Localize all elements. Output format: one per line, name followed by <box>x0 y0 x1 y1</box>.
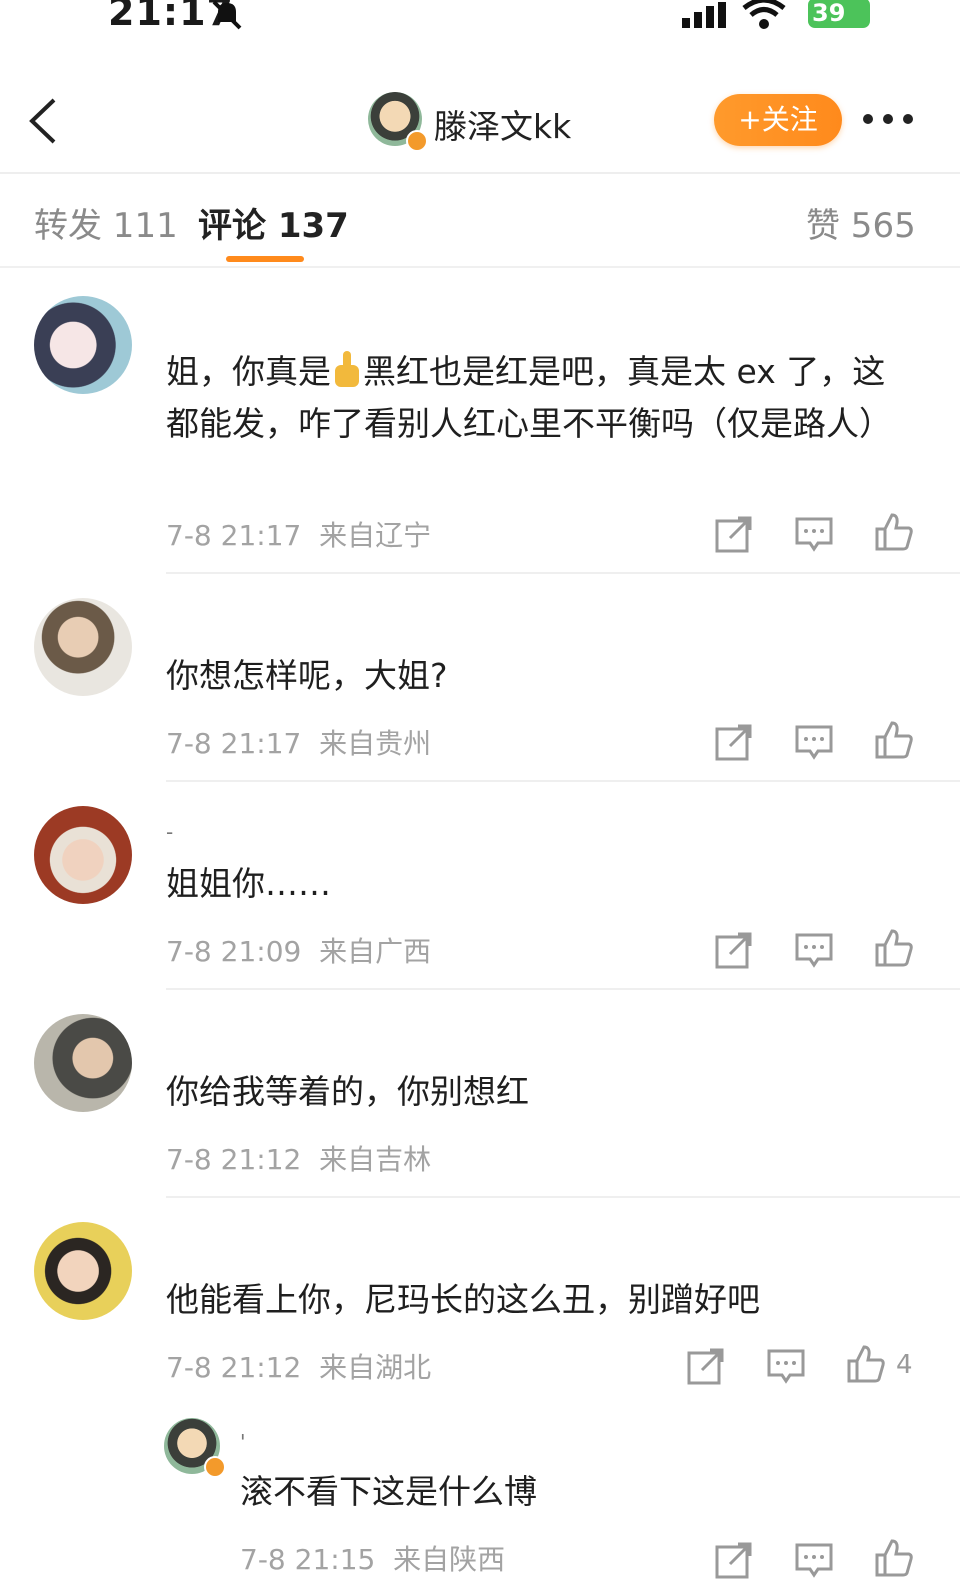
comment-time: 7-8 21:12 <box>166 1351 302 1384</box>
author-name[interactable]: 滕泽文kk <box>434 100 571 148</box>
active-tab-indicator <box>226 256 304 262</box>
comment-meta: 7-8 21:17 来自贵州 <box>166 722 431 762</box>
tab-reposts[interactable]: 转发 111 <box>34 198 178 247</box>
comment-location: 来自广西 <box>319 935 432 968</box>
like-count: 4 <box>896 1350 913 1380</box>
avatar[interactable] <box>34 1222 132 1320</box>
follow-button[interactable]: +关注 <box>714 94 842 146</box>
verified-badge-icon <box>406 130 428 152</box>
comment-meta: 7-8 21:15 来自陕西 <box>240 1538 505 1578</box>
comment-text: 姐姐你…… <box>166 864 331 903</box>
like-icon[interactable] <box>874 928 914 968</box>
comment-location: 来自陕西 <box>393 1543 506 1576</box>
share-icon[interactable] <box>714 1540 754 1580</box>
comment-time: 7-8 21:17 <box>166 727 302 760</box>
header-divider <box>0 172 960 174</box>
share-icon[interactable] <box>686 1346 726 1386</box>
comment-meta: 7-8 21:09 来自广西 <box>166 930 431 970</box>
verified-badge-icon <box>204 1456 226 1478</box>
like-icon[interactable] <box>874 720 914 760</box>
like-icon[interactable] <box>874 1538 914 1578</box>
comment-location: 来自湖北 <box>319 1351 432 1384</box>
share-icon[interactable] <box>714 722 754 762</box>
more-dots-icon[interactable] <box>860 110 916 128</box>
comment-location: 来自贵州 <box>319 727 432 760</box>
comment-username[interactable]: - <box>166 820 173 844</box>
reply-icon[interactable] <box>794 514 834 554</box>
comment-location: 来自辽宁 <box>319 519 432 552</box>
battery-indicator: 39 <box>808 0 870 28</box>
avatar[interactable] <box>34 1014 132 1112</box>
comment-time: 7-8 21:12 <box>166 1143 302 1176</box>
reply-icon[interactable] <box>766 1346 806 1386</box>
comment-username[interactable]: ' <box>240 1430 246 1454</box>
avatar[interactable] <box>34 296 132 394</box>
thumbs-up-emoji-icon <box>335 351 359 387</box>
comment-divider <box>166 780 960 782</box>
comment-meta: 7-8 21:12 来自吉林 <box>166 1138 431 1178</box>
comment-location: 来自吉林 <box>319 1143 432 1176</box>
tab-likes[interactable]: 赞 565 <box>806 198 916 247</box>
comment-time: 7-8 21:17 <box>166 519 302 552</box>
like-icon[interactable] <box>874 512 914 552</box>
comment-text: 姐，你真是 黑红也是红是吧，真是太 ex 了，这都能发，咋了看别人红心里不平衡吗（… <box>166 346 906 450</box>
share-icon[interactable] <box>714 930 754 970</box>
comment-divider <box>166 988 960 990</box>
like-icon[interactable] <box>846 1344 886 1384</box>
signal-icon <box>682 2 726 28</box>
tabs-divider <box>0 266 960 268</box>
bell-muted-icon <box>212 0 242 30</box>
avatar[interactable] <box>34 806 132 904</box>
comment-meta: 7-8 21:17 来自辽宁 <box>166 514 431 554</box>
comment-text: 他能看上你，尼玛长的这么丑，别蹭好吧 <box>166 1280 760 1319</box>
comment-divider <box>166 1196 960 1198</box>
comment-text: 你想怎样呢，大姐? <box>166 656 448 695</box>
comment-time: 7-8 21:09 <box>166 935 302 968</box>
comment-divider <box>166 572 960 574</box>
comment-meta: 7-8 21:12 来自湖北 <box>166 1346 431 1386</box>
comment-text: 你给我等着的，你别想红 <box>166 1072 529 1111</box>
wifi-icon <box>742 0 786 29</box>
comment-text: 滚不看下这是什么博 <box>240 1472 537 1511</box>
reply-icon[interactable] <box>794 930 834 970</box>
tab-comments[interactable]: 评论 137 <box>198 198 349 247</box>
status-bar: 21:17 39 <box>0 0 960 40</box>
reply-icon[interactable] <box>794 1540 834 1580</box>
avatar[interactable] <box>34 598 132 696</box>
back-arrow-icon[interactable] <box>26 96 60 146</box>
reply-icon[interactable] <box>794 722 834 762</box>
share-icon[interactable] <box>714 514 754 554</box>
comment-time: 7-8 21:15 <box>240 1543 376 1576</box>
